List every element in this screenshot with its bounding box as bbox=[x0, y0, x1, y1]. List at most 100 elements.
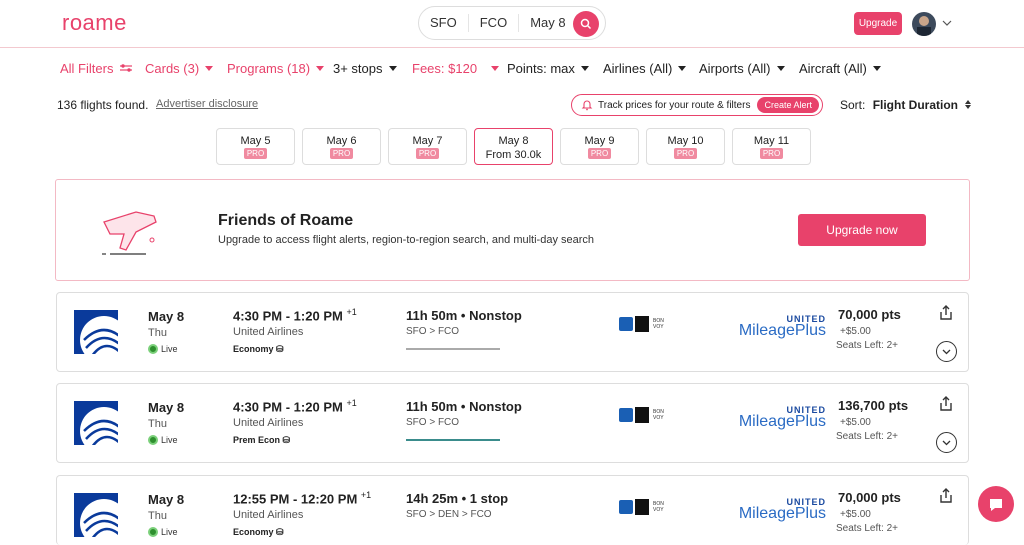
live-dot-icon bbox=[148, 527, 158, 537]
flight-times: 4:30 PM - 1:20 PM +1 bbox=[233, 398, 357, 415]
united-globe-logo bbox=[74, 310, 118, 354]
date-option[interactable]: May 9 PRO bbox=[560, 128, 639, 165]
sort-value[interactable]: Flight Duration bbox=[873, 98, 958, 112]
live-indicator: Live bbox=[148, 344, 178, 354]
search-origin[interactable]: SFO bbox=[419, 14, 469, 32]
flight-duration: 14h 25m • 1 stop bbox=[406, 491, 509, 506]
flight-route: SFO > DEN > FCO bbox=[406, 509, 492, 520]
top-header: roame SFO FCO May 8 Upgrade bbox=[0, 0, 1024, 48]
route-bar bbox=[406, 439, 500, 441]
bell-icon bbox=[581, 100, 593, 111]
date-option-selected[interactable]: May 8 From 30.0k bbox=[474, 128, 553, 165]
search-button[interactable] bbox=[573, 11, 599, 37]
date-option[interactable]: May 10 PRO bbox=[646, 128, 725, 165]
bonvoy-icon: BON VOY bbox=[653, 318, 664, 330]
transfer-partners: BON VOY bbox=[619, 407, 664, 423]
filter-all[interactable]: All Filters bbox=[60, 60, 145, 76]
create-alert-button[interactable]: Create Alert bbox=[757, 97, 819, 113]
filter-programs[interactable]: Programs (18) bbox=[227, 60, 333, 76]
caret-down-icon bbox=[872, 65, 881, 71]
flight-card[interactable]: May 8 Thu Live 4:30 PM - 1:20 PM +1 Unit… bbox=[56, 292, 969, 372]
date-option[interactable]: May 11 PRO bbox=[732, 128, 811, 165]
program-logo: UNITED MileagePlus bbox=[738, 405, 826, 430]
expand-button[interactable] bbox=[936, 341, 957, 362]
results-count: 136 flights found. bbox=[57, 98, 149, 112]
filter-aircraft[interactable]: Aircraft (All) bbox=[799, 60, 881, 76]
search-bar[interactable]: SFO FCO May 8 bbox=[418, 6, 606, 40]
live-indicator: Live bbox=[148, 527, 178, 537]
advertiser-disclosure-link[interactable]: Advertiser disclosure bbox=[156, 98, 258, 110]
date-selector: May 5 PRO May 6 PRO May 7 PRO May 8 From 30.… bbox=[216, 128, 818, 165]
share-icon[interactable] bbox=[937, 395, 955, 413]
date-option[interactable]: May 5 PRO bbox=[216, 128, 295, 165]
upgrade-button[interactable]: Upgrade bbox=[854, 12, 902, 35]
flight-weekday: Thu bbox=[148, 418, 167, 430]
flight-duration: 11h 50m • Nonstop bbox=[406, 308, 522, 323]
airplane-illustration-icon bbox=[102, 211, 157, 255]
date-price: From 30.0k bbox=[485, 149, 542, 161]
cabin-class: Economy ⛁ bbox=[233, 344, 284, 354]
sort-control[interactable]: Sort: Flight Duration bbox=[840, 98, 972, 112]
caret-down-icon bbox=[316, 65, 325, 71]
chevron-down-icon bbox=[942, 440, 951, 446]
price-alert-box[interactable]: Track prices for your route & filters Cr… bbox=[571, 94, 823, 116]
route-bar bbox=[406, 348, 500, 350]
seats-left: Seats Left: 2+ bbox=[836, 340, 898, 351]
flight-route: SFO > FCO bbox=[406, 326, 460, 337]
flight-date: May 8 bbox=[148, 400, 185, 415]
flight-duration: 11h 50m • Nonstop bbox=[406, 399, 522, 414]
seats-left: Seats Left: 2+ bbox=[836, 431, 898, 442]
united-globe-logo bbox=[74, 401, 118, 445]
filter-bar: All Filters Cards (3) Programs (18) 3+ s… bbox=[60, 60, 881, 76]
search-destination[interactable]: FCO bbox=[469, 14, 520, 32]
seats-left: Seats Left: 2+ bbox=[836, 523, 898, 534]
filter-stops[interactable]: 3+ stops bbox=[333, 60, 412, 76]
filter-cards[interactable]: Cards (3) bbox=[145, 60, 227, 76]
share-icon[interactable] bbox=[937, 487, 955, 505]
sort-label: Sort: bbox=[840, 98, 866, 112]
filter-fees[interactable]: Fees: $120 bbox=[412, 60, 507, 76]
caret-down-icon bbox=[776, 65, 785, 71]
upgrade-now-button[interactable]: Upgrade now bbox=[798, 214, 926, 246]
bilt-icon bbox=[635, 499, 649, 515]
banner-subtitle: Upgrade to access flight alerts, region-… bbox=[218, 234, 595, 246]
filter-points[interactable]: Points: max bbox=[507, 60, 603, 76]
airline-name: United Airlines bbox=[233, 326, 304, 338]
pro-badge: PRO bbox=[329, 148, 354, 159]
pro-badge: PRO bbox=[759, 148, 784, 159]
bonvoy-icon: BON VOY bbox=[653, 409, 664, 421]
chevron-down-icon[interactable] bbox=[942, 20, 952, 26]
cash-fee: +$5.00 bbox=[840, 417, 871, 428]
share-icon[interactable] bbox=[937, 304, 955, 322]
points-price: 70,000 pts bbox=[838, 490, 901, 505]
expand-button[interactable] bbox=[936, 432, 957, 453]
alert-text: Track prices for your route & filters bbox=[598, 99, 751, 111]
caret-down-icon bbox=[580, 65, 589, 71]
filter-sliders-icon bbox=[120, 64, 133, 72]
flight-card[interactable]: May 8 Thu Live 4:30 PM - 1:20 PM +1 Unit… bbox=[56, 383, 969, 463]
flight-card[interactable]: May 8 Thu Live 12:55 PM - 12:20 PM +1 Un… bbox=[56, 475, 969, 545]
bonvoy-icon: BON VOY bbox=[653, 501, 664, 513]
date-option[interactable]: May 7 PRO bbox=[388, 128, 467, 165]
caret-down-icon bbox=[678, 65, 687, 71]
flight-weekday: Thu bbox=[148, 327, 167, 339]
flight-times: 4:30 PM - 1:20 PM +1 bbox=[233, 307, 357, 324]
points-price: 70,000 pts bbox=[838, 307, 901, 322]
filter-airports[interactable]: Airports (All) bbox=[699, 60, 799, 76]
flight-times: 12:55 PM - 12:20 PM +1 bbox=[233, 490, 372, 507]
seat-icon: ⛁ bbox=[276, 527, 284, 537]
flight-route: SFO > FCO bbox=[406, 417, 460, 428]
airline-name: United Airlines bbox=[233, 509, 304, 521]
roame-logo[interactable]: roame bbox=[62, 10, 127, 36]
filter-airlines[interactable]: Airlines (All) bbox=[603, 60, 699, 76]
flight-weekday: Thu bbox=[148, 510, 167, 522]
chat-button[interactable] bbox=[978, 486, 1014, 522]
avatar[interactable] bbox=[912, 12, 936, 36]
pro-badge: PRO bbox=[673, 148, 698, 159]
transfer-partners: BON VOY bbox=[619, 499, 664, 515]
date-option[interactable]: May 6 PRO bbox=[302, 128, 381, 165]
caret-down-icon bbox=[491, 65, 500, 71]
pro-badge: PRO bbox=[587, 148, 612, 159]
search-date[interactable]: May 8 bbox=[519, 14, 576, 32]
airline-name: United Airlines bbox=[233, 417, 304, 429]
